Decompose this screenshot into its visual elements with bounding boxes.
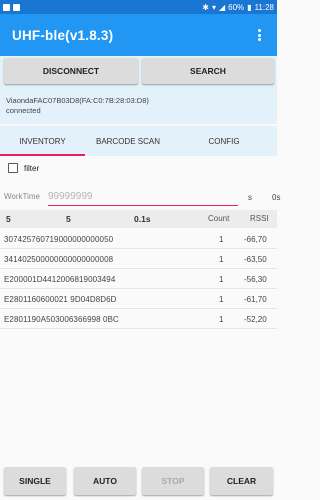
disconnect-button[interactable]: DISCONNECT: [4, 58, 138, 84]
elapsed-time: 0s: [272, 193, 281, 202]
count-column-header: Count: [208, 214, 230, 223]
table-row[interactable]: E2801190A503006366998 0BC 1 -52,20: [0, 309, 277, 329]
read-count: 5: [66, 214, 71, 224]
tab-config[interactable]: CONFIG: [171, 126, 277, 156]
battery-icon: ▮: [247, 2, 252, 12]
overflow-menu-icon[interactable]: [253, 26, 265, 44]
worktime-row: WorkTime s 0s: [4, 186, 281, 208]
tag-epc: 341402500000000000000008: [4, 255, 114, 264]
stop-button[interactable]: STOP: [142, 467, 204, 495]
rssi-column-header: RSSI: [250, 214, 269, 223]
app-bar: UHF-ble(v1.8.3): [0, 14, 277, 56]
app-title: UHF-ble(v1.8.3): [12, 27, 114, 43]
action-bar: SINGLE AUTO STOP CLEAR: [0, 464, 277, 500]
tag-epc: E2801160600021 9D04D8D6D: [4, 295, 117, 304]
worktime-label: WorkTime: [4, 192, 40, 201]
tag-rssi: -66,70: [244, 235, 267, 244]
tag-rssi: -52,20: [244, 315, 267, 324]
search-button[interactable]: SEARCH: [142, 58, 274, 84]
tab-inventory[interactable]: INVENTORY: [0, 126, 85, 156]
tag-count: 1: [219, 275, 224, 284]
tab-barcode-scan[interactable]: BARCODE SCAN: [85, 126, 171, 156]
tag-epc: 307425760719000000000050: [4, 235, 114, 244]
tag-count: 1: [219, 255, 224, 264]
inventory-stats-header: 5 5 0.1s Count RSSI: [0, 210, 277, 228]
tag-epc: E2801190A503006366998 0BC: [4, 315, 119, 324]
auto-button[interactable]: AUTO: [74, 467, 136, 495]
table-row[interactable]: E200001D4412006819003494 1 -56,30: [0, 269, 277, 289]
signal-icon: ◢: [218, 2, 226, 12]
clear-button[interactable]: CLEAR: [210, 467, 273, 495]
device-name: ViaondaFAC07B03D8(FA:C0:7B:28:03:D8): [6, 96, 149, 105]
tag-epc: E200001D4412006819003494: [4, 275, 116, 284]
worktime-unit: s: [248, 193, 252, 202]
clock: 11:28: [254, 2, 274, 12]
tag-rssi: -63,50: [244, 255, 267, 264]
tag-rssi: -61,70: [244, 295, 267, 304]
notification-icon: [3, 3, 10, 11]
single-button[interactable]: SINGLE: [4, 467, 66, 495]
tag-rssi: -56,30: [244, 275, 267, 284]
notification-icons: [3, 3, 20, 11]
table-row[interactable]: E2801160600021 9D04D8D6D 1 -61,70: [0, 289, 277, 309]
table-row[interactable]: 341402500000000000000008 1 -63,50: [0, 249, 277, 269]
read-time: 0.1s: [134, 214, 151, 224]
tag-count: 1: [219, 235, 224, 244]
worktime-input[interactable]: [48, 188, 238, 206]
notification-icon: [13, 3, 20, 11]
status-bar: ✱ ▾ ◢ 60% ▮ 11:28: [0, 0, 277, 14]
tab-bar: INVENTORY BARCODE SCAN CONFIG: [0, 126, 277, 156]
tag-count: 5: [6, 214, 11, 224]
tag-count: 1: [219, 315, 224, 324]
bluetooth-icon: ✱: [202, 2, 209, 12]
filter-checkbox[interactable]: [8, 163, 18, 173]
filter-label: filter: [24, 163, 40, 173]
connection-status: connected: [6, 106, 41, 115]
battery-percent: 60%: [228, 2, 245, 12]
wifi-icon: ▾: [211, 2, 216, 12]
tag-count: 1: [219, 295, 224, 304]
table-row[interactable]: 307425760719000000000050 1 -66,70: [0, 229, 277, 249]
filter-row: filter: [8, 163, 39, 173]
